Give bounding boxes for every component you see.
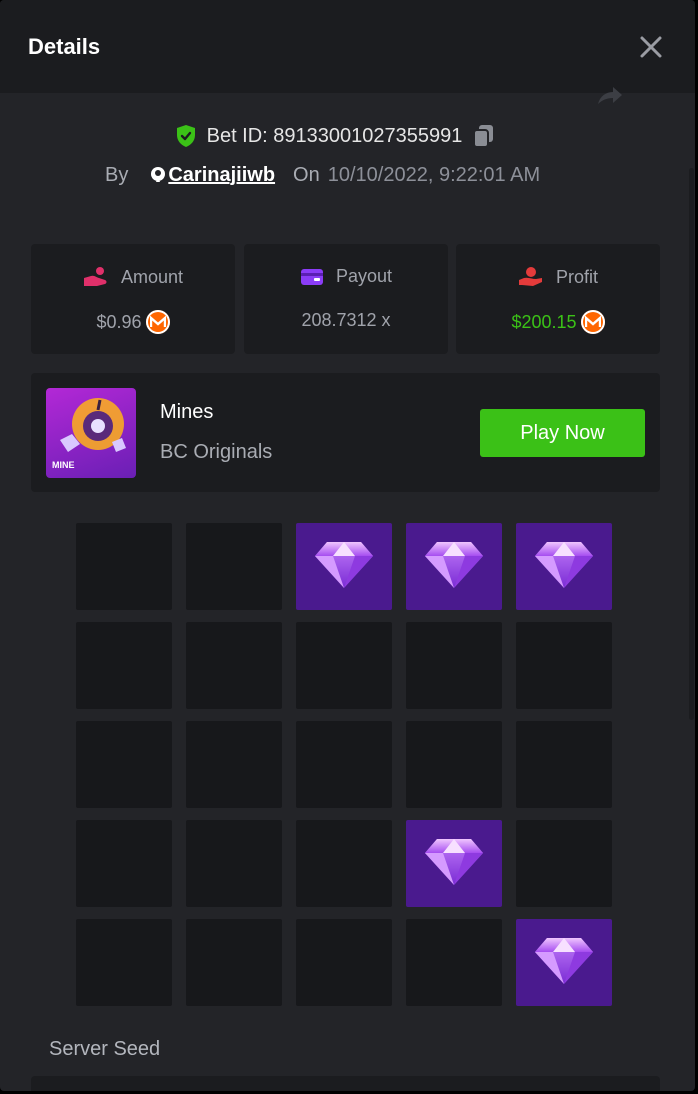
empty-tile: [76, 622, 172, 709]
empty-tile: [186, 919, 282, 1006]
empty-tile: [76, 820, 172, 907]
diamond-icon: [423, 835, 485, 892]
diamond-icon: [423, 538, 485, 595]
empty-tile: [516, 721, 612, 808]
amount-value: $0.96: [96, 311, 142, 332]
username-link[interactable]: Carinajiiwb: [168, 164, 275, 187]
mines-game-thumbnail[interactable]: MINE: [46, 388, 136, 478]
empty-tile: [186, 523, 282, 610]
bet-id-row: Bet ID: 89133001027355991: [0, 118, 683, 154]
verified-shield-icon: [176, 125, 195, 147]
user-avatar-icon: [151, 167, 166, 182]
diamond-icon: [533, 934, 595, 991]
monero-coin-icon: [145, 310, 170, 334]
bet-id-text: Bet ID: 89133001027355991: [206, 124, 463, 147]
by-label: By: [105, 163, 129, 186]
scrollbar[interactable]: [689, 168, 694, 720]
amount-label: Amount: [120, 266, 184, 287]
gem-tile: [296, 523, 392, 610]
bet-datetime: 10/10/2022, 9:22:01 AM: [327, 163, 541, 186]
share-icon[interactable]: [596, 84, 624, 106]
empty-tile: [406, 919, 502, 1006]
hand-coin-icon: [83, 267, 107, 286]
diamond-icon: [313, 538, 375, 595]
payout-value: 208.7312 x: [301, 310, 391, 330]
empty-tile: [186, 721, 282, 808]
close-icon[interactable]: [636, 32, 666, 62]
empty-tile: [186, 622, 282, 709]
gem-tile: [406, 523, 502, 610]
empty-tile: [296, 721, 392, 808]
monero-coin-icon: [580, 310, 605, 334]
gem-tile: [516, 523, 612, 610]
empty-tile: [296, 919, 392, 1006]
empty-tile: [76, 919, 172, 1006]
server-seed-field[interactable]: [31, 1076, 660, 1091]
diamond-icon: [533, 538, 595, 595]
game-name: Mines: [160, 401, 214, 423]
mines-board: [76, 523, 612, 1006]
empty-tile: [406, 721, 502, 808]
empty-tile: [186, 820, 282, 907]
amount-card: Amount $0.96: [31, 244, 235, 354]
server-seed-label: Server Seed: [49, 1038, 161, 1060]
empty-tile: [516, 622, 612, 709]
profit-card: Profit $200.15: [456, 244, 660, 354]
empty-tile: [76, 721, 172, 808]
gem-tile: [406, 820, 502, 907]
empty-tile: [296, 622, 392, 709]
thumbnail-tag: MINE: [52, 460, 75, 470]
payout-label: Payout: [335, 266, 393, 286]
profit-value: $200.15: [511, 311, 577, 332]
details-panel: Details Bet ID: 89133001027355991 By Car…: [0, 0, 695, 1091]
panel-title: Details: [28, 34, 101, 59]
bet-author-row: By Carinajiiwb On 10/10/2022, 9:22:01 AM: [105, 160, 540, 190]
empty-tile: [516, 820, 612, 907]
game-card: MINE Mines BC Originals Play Now: [31, 373, 660, 492]
payout-card: Payout 208.7312 x: [244, 244, 448, 354]
empty-tile: [76, 523, 172, 610]
empty-tile: [296, 820, 392, 907]
profit-hand-icon: [518, 267, 542, 286]
panel-header: Details: [0, 0, 695, 93]
copy-icon[interactable]: [472, 123, 496, 149]
game-provider: BC Originals: [160, 441, 273, 463]
on-label: On: [293, 163, 320, 186]
empty-tile: [406, 622, 502, 709]
wallet-icon: [300, 268, 323, 285]
profit-label: Profit: [555, 266, 598, 287]
play-now-button[interactable]: Play Now: [480, 409, 645, 457]
gem-tile: [516, 919, 612, 1006]
